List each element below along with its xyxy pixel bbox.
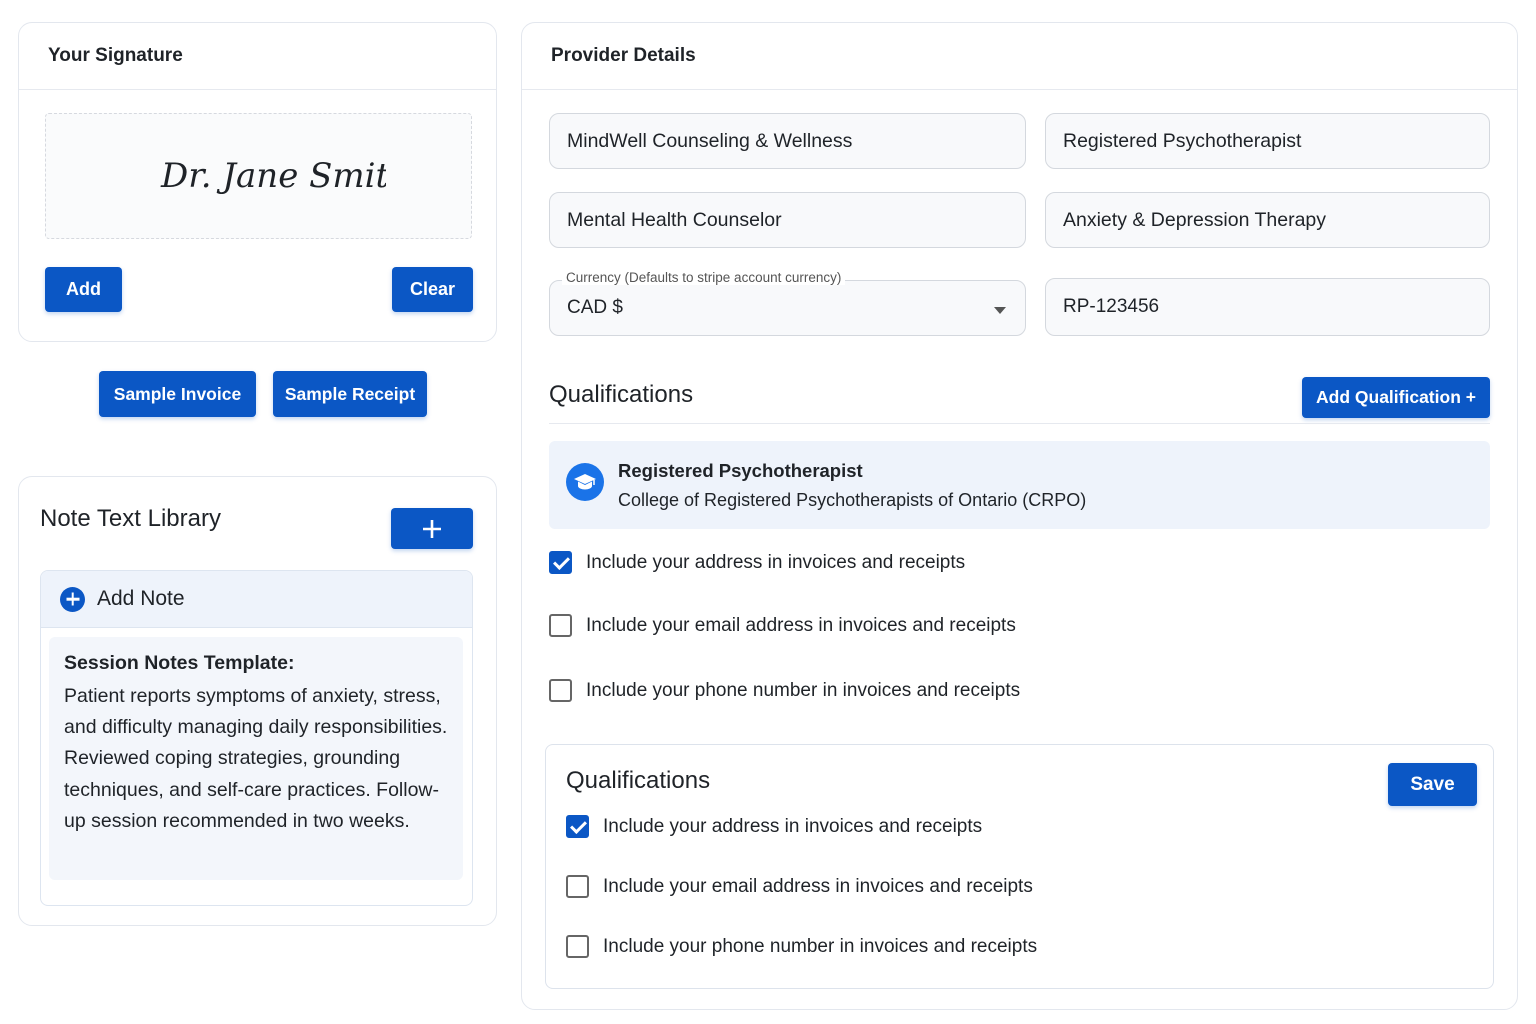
box-include-email-option[interactable]: Include your email address in invoices a… <box>566 875 1033 898</box>
plus-circle-icon <box>60 586 85 612</box>
role-field[interactable]: Mental Health Counselor <box>549 192 1026 248</box>
add-signature-button[interactable]: Add <box>45 267 122 312</box>
note-template-body: Patient reports symptoms of anxiety, str… <box>64 685 448 832</box>
save-button[interactable]: Save <box>1388 763 1477 806</box>
checkbox-unchecked[interactable] <box>566 875 589 898</box>
clear-signature-button[interactable]: Clear <box>392 267 473 312</box>
note-library-card: Note Text Library Add Note Session Notes… <box>18 476 497 926</box>
signature-title: Your Signature <box>19 23 496 90</box>
qualifications-box: Qualifications Save Include your address… <box>545 744 1494 989</box>
currency-select[interactable]: CAD $ <box>549 280 1026 336</box>
graduation-cap-icon <box>566 463 604 501</box>
checkbox-unchecked[interactable] <box>549 614 572 637</box>
checkbox-checked[interactable] <box>566 815 589 838</box>
qualifications-box-title: Qualifications <box>566 767 711 794</box>
signature-image: Dr. Jane Smith <box>160 156 386 196</box>
provider-details-card: Provider Details MindWell Counseling & W… <box>521 22 1518 1010</box>
signature-card: Your Signature Dr. Jane Smith Add Clear <box>18 22 497 342</box>
qualification-item[interactable]: Registered Psychotherapist College of Re… <box>549 441 1490 529</box>
designation-field[interactable]: Registered Psychotherapist <box>1045 113 1490 169</box>
checkbox-unchecked[interactable] <box>566 935 589 958</box>
include-phone-label: Include your phone number in invoices an… <box>586 679 1021 701</box>
checkbox-checked[interactable] <box>549 551 572 574</box>
add-note-button[interactable]: Add Note <box>41 571 472 628</box>
registration-number-field[interactable]: RP-123456 <box>1045 278 1490 336</box>
qualifications-title: Qualifications <box>549 381 694 408</box>
box-include-address-label: Include your address in invoices and rec… <box>603 815 983 837</box>
add-note-library-button[interactable] <box>391 508 473 549</box>
currency-value: CAD $ <box>567 297 623 318</box>
box-include-phone-option[interactable]: Include your phone number in invoices an… <box>566 935 1037 958</box>
sample-receipt-button[interactable]: Sample Receipt <box>273 371 427 417</box>
qualification-title: Registered Psychotherapist <box>618 460 863 481</box>
practice-name-field[interactable]: MindWell Counseling & Wellness <box>549 113 1026 169</box>
section-divider <box>549 423 1490 424</box>
box-include-phone-label: Include your phone number in invoices an… <box>603 935 1038 957</box>
note-library-title: Note Text Library <box>40 505 221 532</box>
note-template-item[interactable]: Session Notes Template: Patient reports … <box>49 637 463 880</box>
box-include-address-option[interactable]: Include your address in invoices and rec… <box>566 815 982 838</box>
box-include-email-label: Include your email address in invoices a… <box>603 875 1033 897</box>
currency-label: Currency (Defaults to stripe account cur… <box>562 270 846 285</box>
include-address-label: Include your address in invoices and rec… <box>586 551 966 573</box>
note-list: Add Note Session Notes Template: Patient… <box>40 570 473 906</box>
plus-icon <box>423 519 441 538</box>
add-qualification-button[interactable]: Add Qualification + <box>1302 377 1490 418</box>
checkbox-unchecked[interactable] <box>549 679 572 702</box>
include-email-label: Include your email address in invoices a… <box>586 614 1016 636</box>
add-note-label: Add Note <box>97 587 185 610</box>
signature-pad[interactable]: Dr. Jane Smith <box>45 113 472 239</box>
include-address-option[interactable]: Include your address in invoices and rec… <box>549 551 965 574</box>
include-email-option[interactable]: Include your email address in invoices a… <box>549 614 1016 637</box>
note-template-title: Session Notes Template: <box>64 652 295 674</box>
include-phone-option[interactable]: Include your phone number in invoices an… <box>549 679 1020 702</box>
provider-details-title: Provider Details <box>522 23 1517 90</box>
specialty-field[interactable]: Anxiety & Depression Therapy <box>1045 192 1490 248</box>
chevron-down-icon <box>994 307 1006 314</box>
qualification-subtitle: College of Registered Psychotherapists o… <box>618 490 1087 510</box>
sample-invoice-button[interactable]: Sample Invoice <box>99 371 256 417</box>
svg-text:Dr. Jane Smith: Dr. Jane Smith <box>160 156 386 196</box>
